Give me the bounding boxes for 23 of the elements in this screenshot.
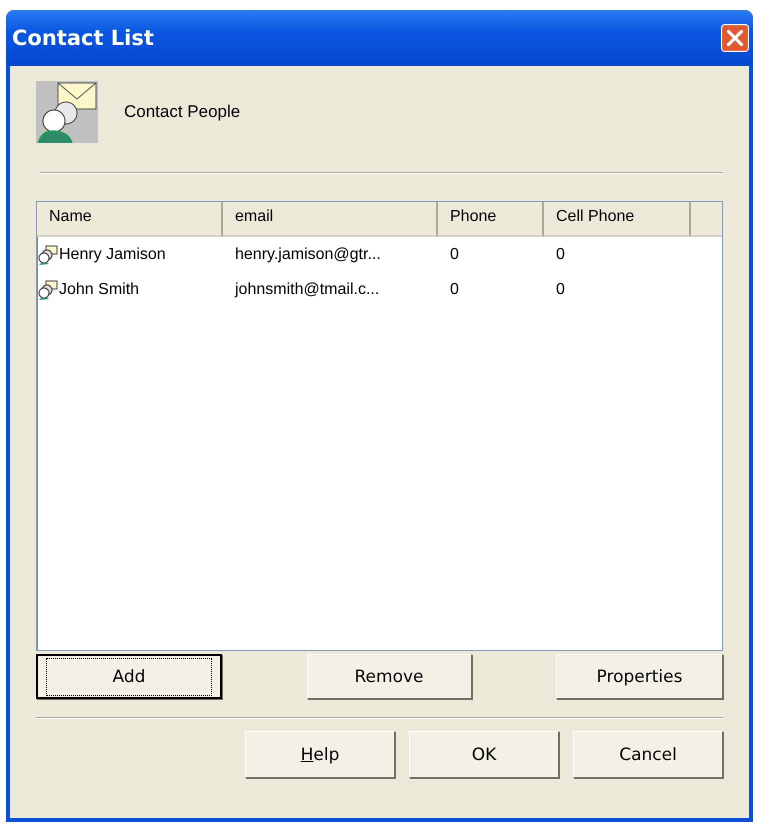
table-cell: 0 [556,280,565,298]
table-cell: John Smith [59,280,140,298]
header-label: Contact People [124,102,240,122]
column-header[interactable]: email [223,202,438,237]
action-button[interactable]: Remove [306,654,472,699]
column-header[interactable]: Cell Phone [544,202,691,237]
table-cell: johnsmith@tmail.c... [235,280,380,298]
table-cell: Henry Jamison [59,246,166,264]
contacts-mail-icon [36,81,98,143]
table-cell: 0 [450,280,459,298]
table-cell: henry.jamison@gtr... [235,246,381,262]
column-header[interactable]: Phone [438,202,544,237]
dialog-button[interactable]: Cancel [573,731,723,778]
action-button[interactable]: Add [36,654,222,699]
window-title: Contact List [12,26,154,50]
table-cell: 0 [450,246,459,262]
dialog-button[interactable]: Help [245,731,395,778]
dialog-button[interactable]: OK [409,731,559,778]
table-cell: 0 [556,246,565,262]
column-header[interactable]: Name [37,202,223,237]
action-button[interactable]: Properties [556,654,723,699]
column-header-filler [691,202,722,237]
close-icon[interactable] [721,24,749,52]
